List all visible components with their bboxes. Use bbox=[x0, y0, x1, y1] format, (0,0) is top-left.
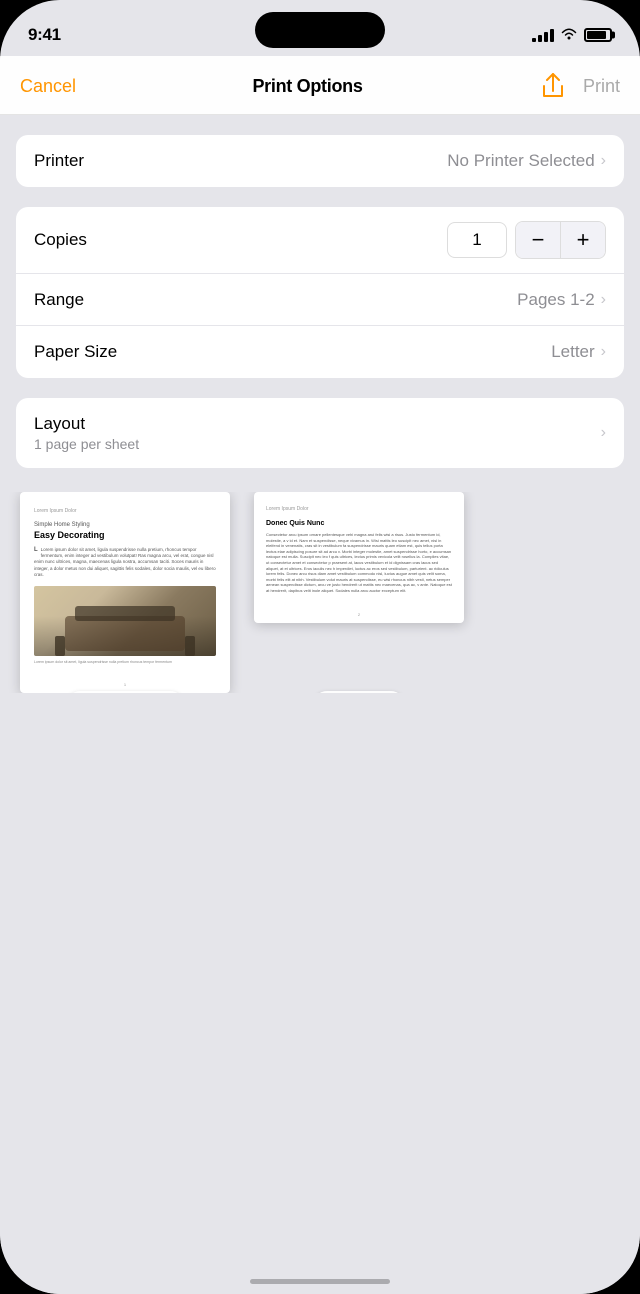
paper-size-row[interactable]: Paper Size Letter › bbox=[16, 326, 624, 378]
main-content: Cancel Print Options Print bbox=[0, 56, 640, 1294]
page-2-content: Lorem Ipsum Dolor Donec Quis Nunc Consec… bbox=[254, 492, 464, 608]
paper-size-chevron: › bbox=[601, 343, 606, 361]
share-icon[interactable] bbox=[539, 72, 567, 100]
page-2-lorem: Lorem Ipsum Dolor bbox=[266, 506, 452, 512]
page-2-title: Donec Quis Nunc bbox=[266, 520, 452, 527]
page-1-subtitle: Simple Home Styling bbox=[34, 522, 216, 528]
signal-bar-3 bbox=[544, 32, 548, 42]
page-1-image bbox=[34, 586, 216, 656]
paper-size-label: Paper Size bbox=[34, 342, 551, 362]
phone-frame: 9:41 bbox=[0, 0, 640, 1294]
signal-bar-2 bbox=[538, 35, 542, 42]
home-indicator bbox=[250, 1279, 390, 1284]
copies-row: Copies 1 − + bbox=[16, 207, 624, 274]
decrement-button[interactable]: − bbox=[516, 222, 560, 258]
scroll-content[interactable]: Printer No Printer Selected › Copies 1 bbox=[0, 115, 640, 1293]
page-1-body: L Lorem ipsum dolor sit amet, ligula sus… bbox=[34, 547, 216, 578]
page-1-lorem: Lorem Ipsum Dolor bbox=[34, 508, 216, 514]
page-1-title: Easy Decorating bbox=[34, 530, 216, 541]
layout-row[interactable]: Layout 1 page per sheet › bbox=[16, 398, 624, 468]
page-2-thumbnail: Lorem Ipsum Dolor Donec Quis Nunc Consec… bbox=[254, 492, 464, 623]
nav-right-actions: Print bbox=[539, 72, 620, 100]
range-value: Pages 1-2 › bbox=[517, 290, 606, 310]
page-1-thumbnail: Lorem Ipsum Dolor Simple Home Styling Ea… bbox=[20, 492, 230, 693]
signal-bar-1 bbox=[532, 38, 536, 42]
layout-section: Layout 1 page per sheet › bbox=[16, 398, 624, 468]
bottom-spacer bbox=[0, 713, 640, 793]
printer-value: No Printer Selected › bbox=[447, 151, 606, 171]
dynamic-island bbox=[255, 12, 385, 48]
printer-section: Printer No Printer Selected › bbox=[16, 135, 624, 187]
page-2-body: Consectetur arcu ipsum ornare pellentesq… bbox=[266, 532, 452, 594]
status-icons bbox=[532, 26, 612, 45]
preview-section: Lorem Ipsum Dolor Simple Home Styling Ea… bbox=[0, 492, 640, 713]
battery-fill bbox=[587, 31, 606, 39]
printer-label: Printer bbox=[34, 151, 447, 171]
page-1-caption: Lorem ipsum dolor sit amet, ligula suspe… bbox=[34, 660, 216, 664]
preview-page-1[interactable]: Lorem Ipsum Dolor Simple Home Styling Ea… bbox=[20, 492, 230, 693]
layout-title: Layout bbox=[34, 414, 139, 434]
printer-chevron: › bbox=[601, 152, 606, 170]
wifi-icon bbox=[560, 26, 578, 45]
range-chevron: › bbox=[601, 291, 606, 309]
increment-button[interactable]: + bbox=[561, 222, 605, 258]
layout-text: Layout 1 page per sheet bbox=[34, 414, 139, 452]
page-2-footer: 2 bbox=[254, 608, 464, 623]
layout-chevron: › bbox=[601, 424, 606, 442]
signal-bar-4 bbox=[550, 29, 554, 42]
cancel-button[interactable]: Cancel bbox=[20, 76, 76, 97]
signal-bars-icon bbox=[532, 28, 554, 42]
copies-display: 1 bbox=[447, 222, 507, 258]
print-button[interactable]: Print bbox=[583, 76, 620, 97]
page-1-content: Lorem Ipsum Dolor Simple Home Styling Ea… bbox=[20, 492, 230, 678]
status-time: 9:41 bbox=[28, 25, 61, 45]
preview-page-2[interactable]: Lorem Ipsum Dolor Donec Quis Nunc Consec… bbox=[254, 492, 464, 693]
screen: 9:41 bbox=[0, 0, 640, 1294]
copies-label: Copies bbox=[34, 230, 447, 250]
page-title: Print Options bbox=[252, 76, 362, 97]
paper-size-value: Letter › bbox=[551, 342, 606, 362]
page-2-badge: ✓ Page 2 bbox=[311, 691, 406, 693]
preview-pages[interactable]: Lorem Ipsum Dolor Simple Home Styling Ea… bbox=[0, 492, 640, 693]
copies-stepper: − + bbox=[515, 221, 606, 259]
copies-control: 1 − + bbox=[447, 221, 606, 259]
layout-subtitle: 1 page per sheet bbox=[34, 436, 139, 452]
range-row[interactable]: Range Pages 1-2 › bbox=[16, 274, 624, 326]
printer-row[interactable]: Printer No Printer Selected › bbox=[16, 135, 624, 187]
nav-bar: Cancel Print Options Print bbox=[0, 56, 640, 115]
page-1-badge: ✓ Page 1 of 2 bbox=[65, 691, 186, 693]
battery-icon bbox=[584, 28, 612, 42]
options-section: Copies 1 − + Range bbox=[16, 207, 624, 378]
range-label: Range bbox=[34, 290, 517, 310]
